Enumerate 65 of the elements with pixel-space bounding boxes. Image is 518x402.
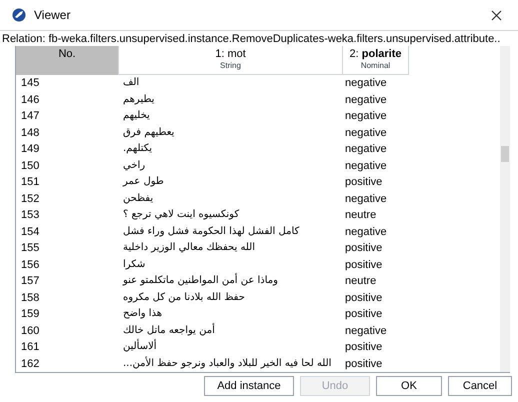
table-cell-text: positive	[344, 340, 384, 356]
table-cell-text: positive	[344, 258, 384, 273]
table-cell-text: negative	[344, 126, 388, 141]
table-cell-text: هذا واضح	[122, 307, 164, 322]
column-header[interactable]: No.	[16, 46, 119, 75]
table-cell-text: كونكسيوه اينت لاهي ترجع ؟	[122, 208, 240, 222]
table-cell-text: الله يحفظك معالي الوزير داخلية	[122, 241, 256, 256]
table-cell-text: 150	[20, 158, 40, 174]
dialog-button[interactable]: Cancel	[448, 376, 512, 396]
table-cell-text: كامل الفشل لهذا الحكومة فشل وراء فشل	[122, 224, 300, 239]
table-cell-text: positive	[344, 175, 384, 190]
table-cell-text: negative	[344, 324, 388, 339]
table-cell-text: negative	[344, 92, 388, 108]
app-icon	[12, 8, 26, 22]
table-cell-text: 162	[20, 356, 40, 372]
table-cell-text: 161	[20, 340, 40, 356]
table-cell-text: 152	[20, 192, 40, 207]
column-header[interactable]: 1: mot String	[119, 46, 343, 75]
table-cell-text: 155	[20, 241, 40, 256]
table-cell-text: neutre	[344, 208, 378, 224]
table-cell-text: positive	[344, 356, 384, 372]
table-cell-text: 151	[20, 175, 40, 190]
table-cell-text: يكتلهم.	[122, 142, 154, 156]
table-cell: ألاسألين	[119, 339, 343, 356]
table-cell-text: يفظحن	[122, 192, 154, 206]
scrollbar-thumb[interactable]	[501, 146, 509, 162]
table-cell-text: يطيرهم	[122, 92, 156, 107]
table-cell-text: positive	[344, 241, 384, 256]
table-cell-text: حفظ الله بلادنا من كل مكروه	[122, 290, 246, 305]
table-cell-text: راخي	[122, 158, 146, 173]
table-cell-text: negative	[344, 109, 388, 124]
table-cell-text: 157	[20, 274, 40, 290]
table-cell-text: 160	[20, 324, 40, 339]
close-icon[interactable]	[491, 10, 502, 20]
scrollbar[interactable]	[500, 46, 510, 372]
table-cell-text: negative	[344, 224, 388, 240]
table-cell-text: 159	[20, 307, 40, 322]
dialog-button[interactable]: OK	[376, 376, 442, 396]
table-cell-text: طول عمر	[122, 175, 165, 190]
table-cell-text: 146	[20, 92, 40, 108]
table-cell-text: الله لحا فيه الخير للبلاد والعباد ونرجو حفظ الأمن...	[122, 356, 332, 371]
table-cell-text: 149	[20, 142, 40, 158]
table-cell-text: 154	[20, 224, 40, 240]
table-cell-text: وماذا عن أمن المواطنين ماتكلمتو عنو	[122, 273, 279, 288]
table-cell-text: يخليهم	[122, 109, 151, 124]
table-cell-text: 148	[20, 126, 40, 141]
table-cell-text: positive	[344, 307, 384, 322]
dialog-button[interactable]: Add instance	[204, 376, 294, 396]
table-cell-text: يعطيهم فرق	[122, 126, 176, 140]
table-cell-text: negative	[344, 158, 388, 174]
table-cell-text: negative	[344, 192, 388, 207]
table-cell-text: 147	[20, 109, 40, 124]
table-cell-text: negative	[344, 142, 388, 158]
table-cell-text: شكرا	[122, 258, 146, 272]
table-cell-text: الف	[122, 76, 140, 90]
table-cell-text: negative	[344, 76, 388, 92]
column-header[interactable]: 2: polarite Nominal	[343, 46, 409, 75]
table-cell-text: positive	[344, 290, 384, 306]
window-title: Viewer	[34, 7, 70, 24]
table-cell-text: 156	[20, 258, 40, 273]
table-cell-text: أمن يواجعه ماتل خالك	[122, 322, 216, 338]
table-cell-text: 158	[20, 290, 40, 306]
table-cell-text: neutre	[344, 274, 378, 290]
table-cell-text: 145	[20, 76, 40, 92]
table-cell-text: 153	[20, 208, 40, 224]
